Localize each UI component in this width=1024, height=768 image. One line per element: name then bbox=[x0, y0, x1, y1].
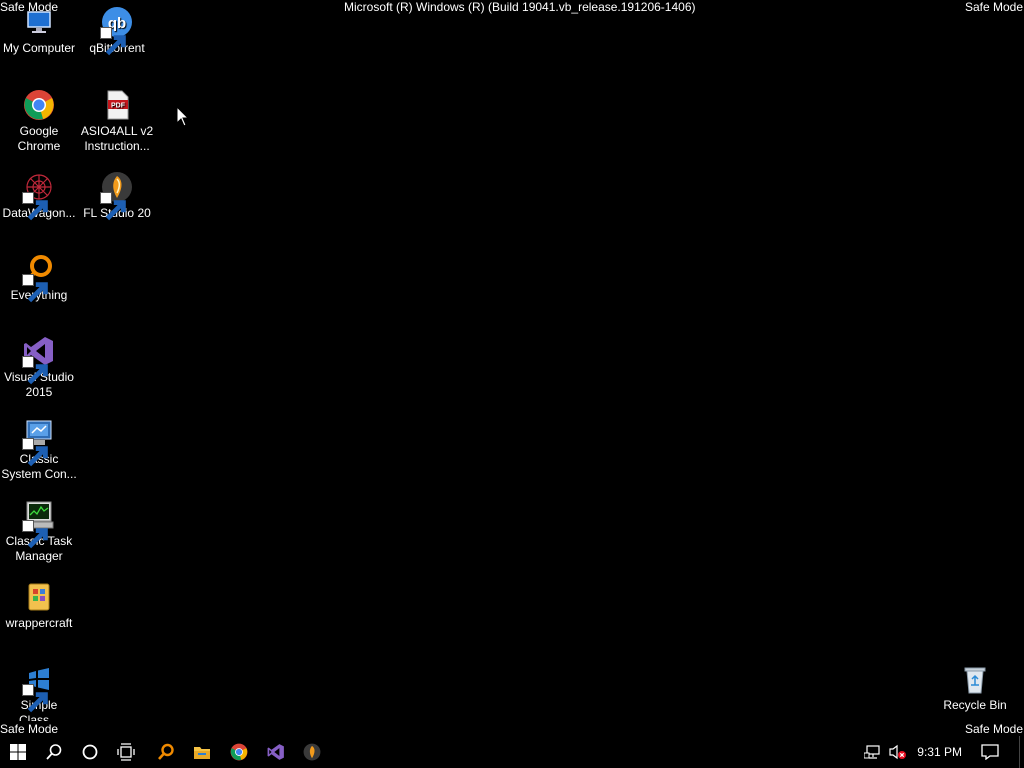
desktop-icon-label: My Computer bbox=[2, 41, 76, 55]
taskbar-clock[interactable]: 9:31 PM bbox=[917, 736, 962, 768]
action-center-button[interactable] bbox=[981, 736, 999, 768]
desktop-icon-label: Recycle Bin bbox=[943, 698, 1007, 712]
network-icon bbox=[864, 745, 880, 759]
visual-studio-icon bbox=[267, 744, 284, 760]
search-icon bbox=[46, 744, 62, 760]
network-tray-button[interactable] bbox=[864, 736, 882, 768]
volume-muted-icon bbox=[889, 744, 906, 760]
desktop-icon-datawagon[interactable]: DataWagon... bbox=[0, 171, 78, 221]
simple-class-icon bbox=[22, 663, 55, 713]
task-view-button[interactable] bbox=[108, 736, 144, 768]
start-button[interactable] bbox=[0, 736, 36, 768]
visual-studio-icon bbox=[22, 335, 55, 385]
desktop-icon-wrappercraft[interactable]: wrappercraft bbox=[0, 581, 78, 631]
shortcut-arrow-icon bbox=[22, 356, 48, 385]
cortana-button[interactable] bbox=[72, 736, 108, 768]
everything-search-icon bbox=[22, 253, 55, 303]
taskbar: 9:31 PM bbox=[0, 736, 1024, 768]
desktop-icon-label: ASIO4ALL v2 Instruction... bbox=[80, 124, 154, 153]
safe-mode-watermark-top-right: Safe Mode bbox=[964, 0, 1023, 14]
desktop-icon-label: Google Chrome bbox=[17, 124, 61, 153]
shortcut-arrow-icon bbox=[22, 274, 48, 303]
desktop-icon-classic-system-control[interactable]: Classic System Con... bbox=[0, 417, 78, 482]
desktop-icon-google-chrome[interactable]: Google Chrome bbox=[0, 89, 78, 154]
shortcut-arrow-icon bbox=[100, 192, 126, 221]
desktop-icon-label: wrappercraft bbox=[5, 616, 73, 630]
file-explorer-icon bbox=[194, 747, 210, 759]
shortcut-arrow-icon bbox=[22, 438, 48, 467]
control-panel-icon bbox=[22, 417, 55, 467]
desktop-icon-recycle-bin[interactable]: Recycle Bin bbox=[936, 663, 1014, 713]
taskbar-everything[interactable] bbox=[148, 736, 184, 768]
desktop-icon-my-computer[interactable]: My Computer bbox=[0, 6, 78, 56]
fl-studio-icon bbox=[100, 171, 133, 221]
desktop-icon-fl-studio[interactable]: FL Studio 20 bbox=[78, 171, 156, 221]
cortana-icon bbox=[82, 744, 98, 760]
notification-icon bbox=[981, 744, 999, 760]
shortcut-arrow-icon bbox=[22, 520, 48, 549]
taskbar-fl-studio[interactable] bbox=[294, 736, 330, 768]
taskbar-visual-studio[interactable] bbox=[258, 736, 294, 768]
chrome-icon bbox=[230, 743, 248, 761]
task-view-icon bbox=[117, 743, 135, 761]
datawagon-icon bbox=[22, 171, 55, 221]
windows-start-icon bbox=[10, 744, 26, 760]
qbittorrent-icon: qb bbox=[100, 6, 133, 56]
show-desktop-divider[interactable] bbox=[1019, 736, 1020, 768]
pdf-file-icon: PDF bbox=[101, 89, 133, 121]
mouse-cursor-icon bbox=[176, 106, 190, 127]
taskbar-file-explorer[interactable] bbox=[184, 736, 220, 768]
everything-search-icon bbox=[158, 743, 174, 760]
safe-mode-watermark-bottom-right: Safe Mode bbox=[964, 722, 1023, 736]
shortcut-arrow-icon bbox=[100, 27, 126, 56]
wrappercraft-icon bbox=[23, 581, 55, 613]
desktop-icon-simple-class[interactable]: Simple Class... bbox=[0, 663, 78, 721]
chrome-icon bbox=[23, 89, 55, 121]
task-manager-icon bbox=[22, 499, 55, 549]
svg-text:PDF: PDF bbox=[111, 103, 126, 110]
fl-studio-icon bbox=[303, 743, 321, 761]
desktop-icon-classic-task-manager[interactable]: Classic Task Manager bbox=[0, 499, 78, 564]
desktop-icon-everything[interactable]: Everything bbox=[0, 253, 78, 303]
shortcut-arrow-icon bbox=[22, 192, 48, 221]
desktop-icon-qbittorrent[interactable]: qb qBittorrent bbox=[78, 6, 156, 56]
computer-icon bbox=[23, 6, 55, 38]
desktop-icon-asio4all-pdf[interactable]: PDF ASIO4ALL v2 Instruction... bbox=[78, 89, 156, 154]
search-button[interactable] bbox=[36, 736, 72, 768]
desktop-icon-visual-studio-2015[interactable]: Visual Studio 2015 bbox=[0, 335, 78, 400]
shortcut-arrow-icon bbox=[22, 684, 48, 713]
build-watermark: Microsoft (R) Windows (R) (Build 19041.v… bbox=[344, 0, 696, 14]
safe-mode-watermark-bottom-left: Safe Mode bbox=[0, 722, 59, 736]
volume-tray-button[interactable] bbox=[888, 736, 908, 768]
taskbar-chrome[interactable] bbox=[221, 736, 257, 768]
recycle-bin-icon bbox=[959, 663, 991, 695]
